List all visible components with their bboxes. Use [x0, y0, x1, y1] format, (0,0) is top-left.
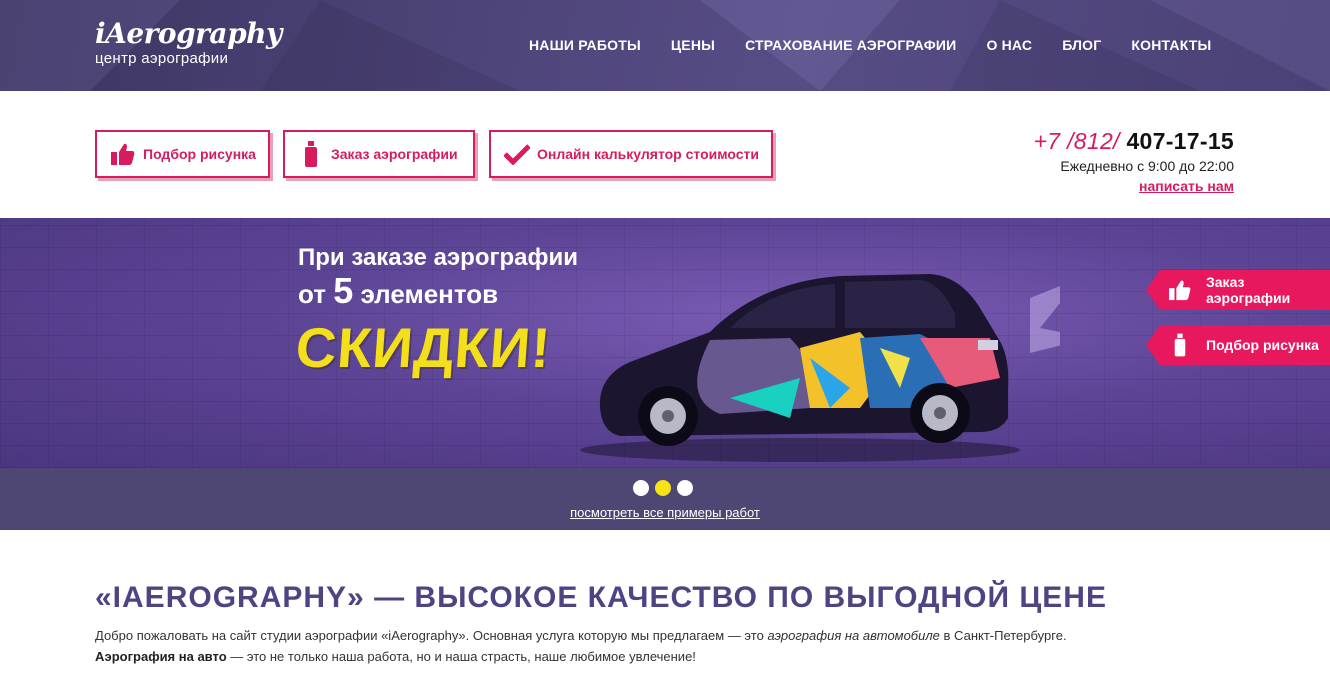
nav-prices[interactable]: ЦЕНЫ [671, 36, 715, 54]
nav-about[interactable]: О НАС [986, 36, 1032, 54]
side-order-airbrush-tab[interactable]: Заказ аэрографии [1146, 270, 1330, 310]
write-us-link[interactable]: написать нам [1139, 176, 1234, 196]
banner-line2: от 5 элементов [298, 273, 499, 311]
working-hours: Ежедневно с 9:00 до 22:00 [1060, 158, 1234, 174]
slider-controls: посмотреть все примеры работ [0, 468, 1330, 530]
side-pick-label: Подбор рисунка [1206, 337, 1319, 353]
slider-dots [633, 480, 699, 496]
pick-design-button[interactable]: Подбор рисунка [95, 130, 270, 178]
slider-dot-2[interactable] [655, 480, 671, 496]
intro-p1-italic: аэрография на автомобиле [767, 628, 940, 643]
thumbs-up-icon [1168, 278, 1192, 302]
intro-p1-start: Добро пожаловать на сайт студии аэрограф… [95, 628, 768, 643]
pick-design-label: Подбор рисунка [143, 146, 256, 162]
main-nav: НАШИ РАБОТЫ ЦЕНЫ СТРАХОВАНИЕ АЭРОГРАФИИ … [529, 36, 1211, 54]
spray-can-icon [297, 141, 325, 167]
site-header: iAerography центр аэрографии НАШИ РАБОТЫ… [0, 0, 1330, 91]
intro-paragraph-1: Добро пожаловать на сайт студии аэрограф… [95, 626, 1067, 646]
phone-code: +7 /812/ [1033, 128, 1120, 154]
nav-contacts[interactable]: КОНТАКТЫ [1131, 36, 1211, 54]
nav-insurance[interactable]: СТРАХОВАНИЕ АЭРОГРАФИИ [745, 36, 956, 54]
phone-number[interactable]: +7 /812/ 407-17-15 [1034, 128, 1234, 154]
nav-our-works[interactable]: НАШИ РАБОТЫ [529, 36, 641, 54]
calculator-button[interactable]: Онлайн калькулятор стоимости [489, 130, 773, 178]
logo-title: iAerography [95, 17, 282, 50]
phone-digits: 407-17-15 [1126, 128, 1234, 154]
banner-line2-suffix: элементов [360, 279, 499, 309]
banner-sale-text: СКИДКИ! [293, 316, 554, 379]
intro-p2-bold: Аэрография на авто [95, 649, 227, 664]
side-order-label: Заказ аэрографии [1206, 274, 1291, 306]
promo-banner: При заказе аэрографии от 5 элементов СКИ… [0, 218, 1330, 468]
logo-subtitle: центр аэрографии [95, 50, 229, 67]
intro-p2-rest: — это не только наша работа, но и наша с… [226, 649, 696, 664]
nav-blog[interactable]: БЛОГ [1062, 36, 1101, 54]
check-icon [503, 141, 531, 167]
banner-line1: При заказе аэрографии [298, 244, 579, 271]
banner-line2-prefix: от [298, 279, 326, 309]
intro-p1-end: в Санкт-Петербурге. [939, 628, 1067, 643]
banner-line2-number: 5 [333, 270, 354, 311]
page-title: «IAEROGRAPHY» — ВЫСОКОЕ КАЧЕСТВО ПО ВЫГО… [95, 581, 1107, 614]
car-image [580, 274, 1060, 462]
see-all-works-link[interactable]: посмотреть все примеры работ [0, 505, 1330, 521]
intro-paragraph-2: Аэрография на авто — это не только наша … [95, 647, 696, 667]
site-logo[interactable]: iAerography центр аэрографии [95, 18, 282, 68]
calculator-label: Онлайн калькулятор стоимости [537, 146, 760, 162]
contact-block: +7 /812/ 407-17-15 Ежедневно с 9:00 до 2… [1034, 128, 1234, 196]
side-pick-design-tab[interactable]: Подбор рисунка [1146, 325, 1330, 365]
slider-dot-3[interactable] [677, 480, 693, 496]
thumbs-up-icon [109, 141, 137, 167]
spray-can-icon [1168, 333, 1192, 357]
order-airbrush-label: Заказ аэрографии [331, 146, 458, 162]
order-airbrush-button[interactable]: Заказ аэрографии [283, 130, 475, 178]
slider-dot-1[interactable] [633, 480, 649, 496]
